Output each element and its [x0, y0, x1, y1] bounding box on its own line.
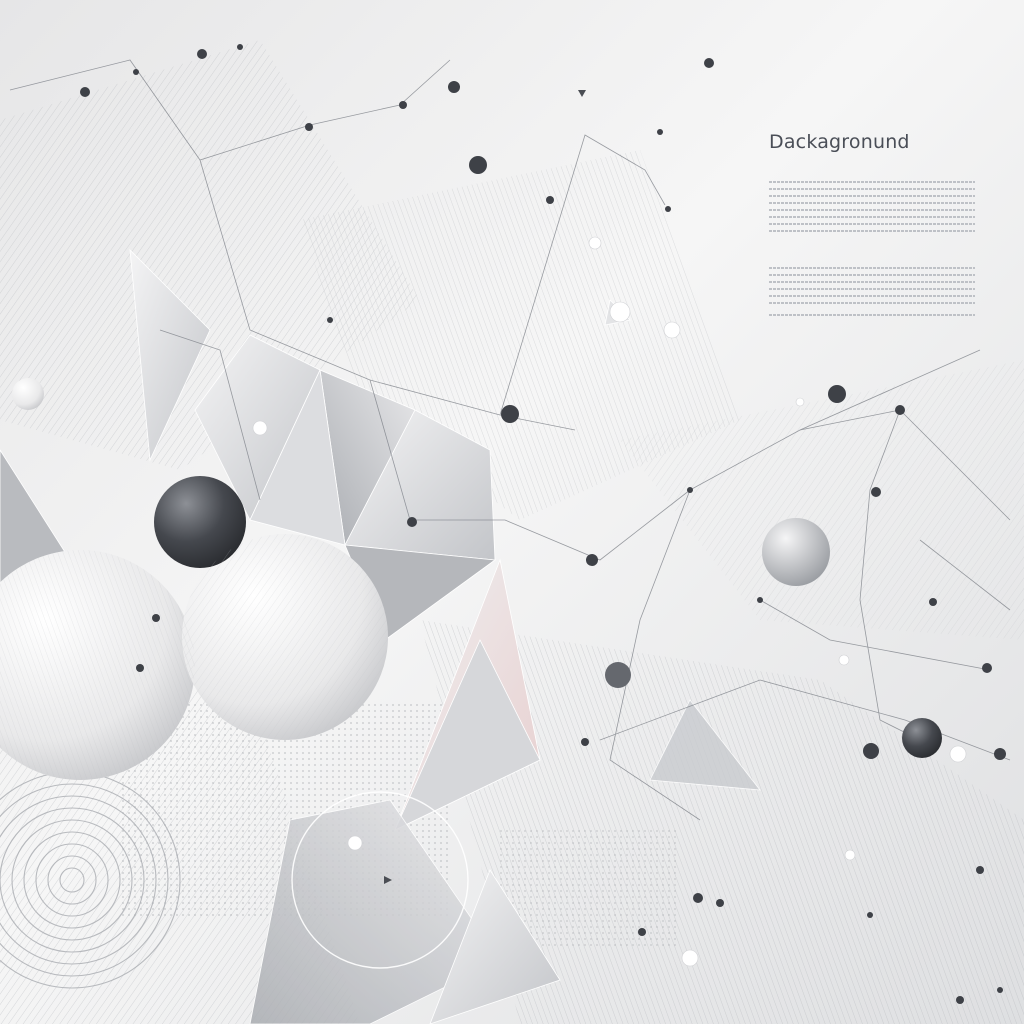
small-sphere-grey [605, 662, 631, 688]
placeholder-line [769, 314, 975, 316]
small-sphere-white [12, 378, 44, 410]
medium-sphere-right [762, 518, 830, 586]
placeholder-text-block-2 [769, 267, 975, 321]
placeholder-line [769, 195, 975, 197]
placeholder-line [769, 181, 975, 183]
placeholder-line [769, 302, 975, 304]
abstract-geometry-scene [0, 0, 1024, 1024]
placeholder-line [769, 223, 975, 225]
placeholder-line [769, 216, 975, 218]
placeholder-line [769, 281, 975, 283]
placeholder-line [769, 288, 975, 290]
background-heading: Dackagronund [769, 131, 910, 153]
placeholder-text-block-1 [769, 181, 975, 237]
placeholder-line [769, 274, 975, 276]
small-sphere-dark [902, 718, 942, 758]
placeholder-line [769, 230, 975, 232]
placeholder-line [769, 188, 975, 190]
placeholder-line [769, 209, 975, 211]
placeholder-line [769, 295, 975, 297]
placeholder-line [769, 202, 975, 204]
placeholder-line [769, 267, 975, 269]
